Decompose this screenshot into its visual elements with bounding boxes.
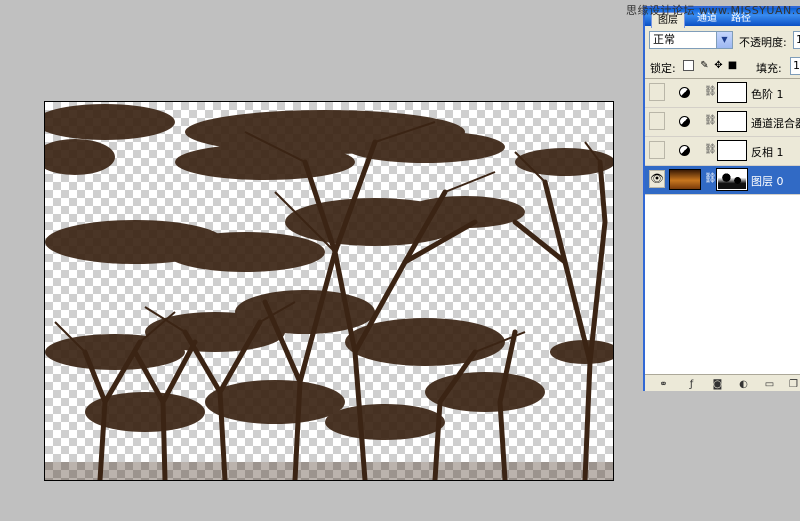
link-chain-icon[interactable]: ⛓ (704, 115, 717, 126)
lock-row: 锁定: ✎ ✥ ■ 填充: 10 (645, 54, 800, 79)
watermark-text: 思缘设计论坛 www.MISSYUAN.com (626, 4, 800, 17)
link-layers-icon[interactable]: ⚭ (657, 378, 670, 391)
layer-name: 通道混合器 (751, 117, 800, 130)
layers-list: ⛓ 色阶 1 ⛓ 通道混合器 ⛓ 反相 1 👁 ⛓ 图层 0 (645, 79, 800, 374)
document-canvas[interactable] (44, 101, 614, 481)
layer-name: 反相 1 (751, 146, 784, 159)
adjustment-layer-icon (679, 87, 690, 98)
opacity-input[interactable]: 10 (793, 31, 800, 49)
opacity-label: 不透明度: (739, 36, 787, 49)
adjustment-layer-icon (679, 116, 690, 127)
layer-row-invert[interactable]: ⛓ 反相 1 (645, 137, 800, 166)
layer-name: 色阶 1 (751, 88, 784, 101)
layer-row-layer0[interactable]: 👁 ⛓ 图层 0 (645, 166, 800, 195)
lock-all-icon[interactable]: ■ (727, 60, 738, 71)
chevron-down-icon[interactable]: ▼ (716, 32, 732, 48)
eye-icon[interactable]: 👁 (649, 170, 665, 188)
lock-transparency-icon[interactable] (683, 60, 694, 71)
layer-style-icon[interactable]: ƒ (685, 378, 698, 391)
blend-mode-value: 正常 (653, 33, 675, 46)
lock-label: 锁定: (650, 62, 676, 75)
layer-mask-thumbnail[interactable] (716, 168, 748, 191)
lock-brush-icon[interactable]: ✎ (699, 60, 710, 71)
layer-image-thumbnail[interactable] (669, 169, 701, 190)
adjustment-layer-icon[interactable]: ◐ (737, 378, 750, 391)
add-mask-icon[interactable]: ◙ (711, 378, 724, 391)
layer-mask-thumbnail[interactable] (717, 140, 747, 161)
adjustment-layer-icon (679, 145, 690, 156)
fill-input[interactable]: 10 (790, 57, 800, 75)
link-chain-icon[interactable]: ⛓ (704, 86, 717, 97)
layer-row-levels[interactable]: ⛓ 色阶 1 (645, 79, 800, 108)
layer-mask-thumbnail[interactable] (717, 82, 747, 103)
layer-mask-thumbnail[interactable] (717, 111, 747, 132)
new-group-icon[interactable]: ▭ (763, 378, 776, 391)
fill-label: 填充: (756, 62, 782, 75)
lock-move-icon[interactable]: ✥ (713, 60, 724, 71)
visibility-toggle[interactable] (649, 112, 665, 130)
link-chain-icon[interactable]: ⛓ (704, 173, 717, 184)
blend-row: 正常 ▼ 不透明度: 10 (645, 28, 800, 54)
visibility-toggle[interactable] (649, 141, 665, 159)
new-layer-icon[interactable]: ❐ (787, 378, 800, 391)
layer-name: 图层 0 (751, 175, 784, 188)
tree-silhouette-image (45, 104, 613, 480)
visibility-toggle[interactable] (649, 83, 665, 101)
link-chain-icon[interactable]: ⛓ (704, 144, 717, 155)
panel-footer: ⚭ ƒ ◙ ◐ ▭ ❐ (645, 374, 800, 391)
blend-mode-select[interactable]: 正常 ▼ (649, 31, 733, 49)
layers-panel: 图层 通道 路径 正常 ▼ 不透明度: 10 锁定: ✎ ✥ ■ 填充: 10 … (643, 6, 800, 391)
layer-row-channel-mixer[interactable]: ⛓ 通道混合器 (645, 108, 800, 137)
